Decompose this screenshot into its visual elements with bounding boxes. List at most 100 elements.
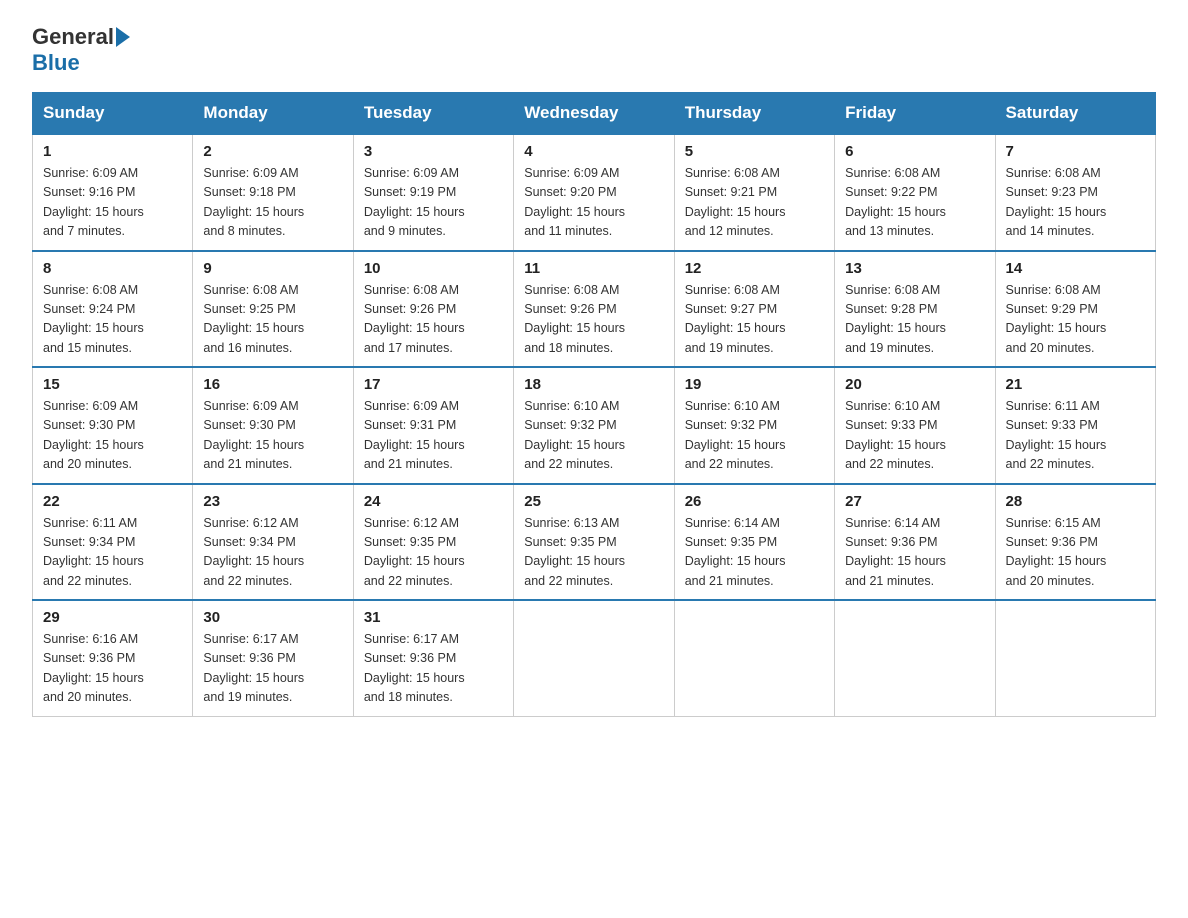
header-row: SundayMondayTuesdayWednesdayThursdayFrid… [33, 93, 1156, 135]
day-info: Sunrise: 6:08 AMSunset: 9:22 PMDaylight:… [845, 164, 984, 242]
day-cell: 1Sunrise: 6:09 AMSunset: 9:16 PMDaylight… [33, 134, 193, 251]
day-number: 18 [524, 376, 663, 393]
day-info: Sunrise: 6:11 AMSunset: 9:33 PMDaylight:… [1006, 397, 1145, 475]
day-number: 6 [845, 143, 984, 160]
day-number: 24 [364, 493, 503, 510]
day-cell: 10 Sunrise: 6:08 AMSunset: 9:26 PMDayligh… [353, 251, 513, 368]
day-info: Sunrise: 6:08 AMSunset: 9:28 PMDaylight:… [845, 281, 984, 359]
day-cell: 3 Sunrise: 6:09 AMSunset: 9:19 PMDaylight… [353, 134, 513, 251]
logo-general-text: General [32, 24, 114, 50]
day-info: Sunrise: 6:08 AMSunset: 9:21 PMDaylight:… [685, 164, 824, 242]
column-header-thursday: Thursday [674, 93, 834, 135]
day-info: Sunrise: 6:09 AMSunset: 9:19 PMDaylight:… [364, 164, 503, 242]
day-info: Sunrise: 6:12 AMSunset: 9:35 PMDaylight:… [364, 514, 503, 592]
day-info: Sunrise: 6:08 AMSunset: 9:26 PMDaylight:… [524, 281, 663, 359]
day-info: Sunrise: 6:14 AMSunset: 9:35 PMDaylight:… [685, 514, 824, 592]
day-info: Sunrise: 6:09 AMSunset: 9:30 PMDaylight:… [43, 397, 182, 475]
day-info: Sunrise: 6:08 AMSunset: 9:29 PMDaylight:… [1006, 281, 1145, 359]
day-info: Sunrise: 6:15 AMSunset: 9:36 PMDaylight:… [1006, 514, 1145, 592]
day-cell [995, 600, 1155, 716]
day-number: 9 [203, 260, 342, 277]
day-cell: 23 Sunrise: 6:12 AMSunset: 9:34 PMDayligh… [193, 484, 353, 601]
day-info: Sunrise: 6:12 AMSunset: 9:34 PMDaylight:… [203, 514, 342, 592]
day-info: Sunrise: 6:09 AMSunset: 9:20 PMDaylight:… [524, 164, 663, 242]
logo-arrow-icon [116, 27, 130, 47]
calendar-table: SundayMondayTuesdayWednesdayThursdayFrid… [32, 92, 1156, 717]
day-number: 13 [845, 260, 984, 277]
day-number: 10 [364, 260, 503, 277]
day-info: Sunrise: 6:14 AMSunset: 9:36 PMDaylight:… [845, 514, 984, 592]
day-cell: 18 Sunrise: 6:10 AMSunset: 9:32 PMDayligh… [514, 367, 674, 484]
day-number: 4 [524, 143, 663, 160]
day-cell: 26 Sunrise: 6:14 AMSunset: 9:35 PMDayligh… [674, 484, 834, 601]
day-info: Sunrise: 6:10 AMSunset: 9:33 PMDaylight:… [845, 397, 984, 475]
day-cell: 7 Sunrise: 6:08 AMSunset: 9:23 PMDaylight… [995, 134, 1155, 251]
week-row-1: 1Sunrise: 6:09 AMSunset: 9:16 PMDaylight… [33, 134, 1156, 251]
column-header-saturday: Saturday [995, 93, 1155, 135]
day-cell: 25Sunrise: 6:13 AMSunset: 9:35 PMDayligh… [514, 484, 674, 601]
day-number: 29 [43, 609, 182, 626]
day-cell [674, 600, 834, 716]
day-cell: 28 Sunrise: 6:15 AMSunset: 9:36 PMDayligh… [995, 484, 1155, 601]
day-cell: 31 Sunrise: 6:17 AMSunset: 9:36 PMDayligh… [353, 600, 513, 716]
day-info: Sunrise: 6:09 AMSunset: 9:31 PMDaylight:… [364, 397, 503, 475]
day-info: Sunrise: 6:10 AMSunset: 9:32 PMDaylight:… [685, 397, 824, 475]
day-number: 15 [43, 376, 182, 393]
day-cell: 21 Sunrise: 6:11 AMSunset: 9:33 PMDayligh… [995, 367, 1155, 484]
day-number: 21 [1006, 376, 1145, 393]
day-info: Sunrise: 6:08 AMSunset: 9:24 PMDaylight:… [43, 281, 182, 359]
day-cell: 6 Sunrise: 6:08 AMSunset: 9:22 PMDaylight… [835, 134, 995, 251]
day-cell: 16 Sunrise: 6:09 AMSunset: 9:30 PMDayligh… [193, 367, 353, 484]
day-info: Sunrise: 6:09 AMSunset: 9:18 PMDaylight:… [203, 164, 342, 242]
day-cell: 19 Sunrise: 6:10 AMSunset: 9:32 PMDayligh… [674, 367, 834, 484]
day-cell: 2 Sunrise: 6:09 AMSunset: 9:18 PMDaylight… [193, 134, 353, 251]
day-info: Sunrise: 6:17 AMSunset: 9:36 PMDaylight:… [203, 630, 342, 708]
day-info: Sunrise: 6:08 AMSunset: 9:27 PMDaylight:… [685, 281, 824, 359]
day-number: 8 [43, 260, 182, 277]
day-number: 5 [685, 143, 824, 160]
day-number: 26 [685, 493, 824, 510]
logo: General Blue [32, 24, 132, 76]
day-number: 30 [203, 609, 342, 626]
day-cell: 15 Sunrise: 6:09 AMSunset: 9:30 PMDayligh… [33, 367, 193, 484]
day-cell: 9 Sunrise: 6:08 AMSunset: 9:25 PMDaylight… [193, 251, 353, 368]
day-number: 1 [43, 143, 182, 160]
day-cell: 14 Sunrise: 6:08 AMSunset: 9:29 PMDayligh… [995, 251, 1155, 368]
day-number: 7 [1006, 143, 1145, 160]
day-number: 19 [685, 376, 824, 393]
day-number: 17 [364, 376, 503, 393]
day-number: 23 [203, 493, 342, 510]
column-header-sunday: Sunday [33, 93, 193, 135]
day-info: Sunrise: 6:16 AMSunset: 9:36 PMDaylight:… [43, 630, 182, 708]
day-number: 25 [524, 493, 663, 510]
day-cell: 4 Sunrise: 6:09 AMSunset: 9:20 PMDaylight… [514, 134, 674, 251]
day-number: 20 [845, 376, 984, 393]
day-number: 27 [845, 493, 984, 510]
day-number: 3 [364, 143, 503, 160]
day-number: 14 [1006, 260, 1145, 277]
week-row-4: 22Sunrise: 6:11 AMSunset: 9:34 PMDayligh… [33, 484, 1156, 601]
week-row-5: 29 Sunrise: 6:16 AMSunset: 9:36 PMDayligh… [33, 600, 1156, 716]
day-cell: 5 Sunrise: 6:08 AMSunset: 9:21 PMDaylight… [674, 134, 834, 251]
day-number: 31 [364, 609, 503, 626]
day-info: Sunrise: 6:08 AMSunset: 9:26 PMDaylight:… [364, 281, 503, 359]
day-cell: 17 Sunrise: 6:09 AMSunset: 9:31 PMDayligh… [353, 367, 513, 484]
day-info: Sunrise: 6:08 AMSunset: 9:25 PMDaylight:… [203, 281, 342, 359]
day-number: 11 [524, 260, 663, 277]
day-info: Sunrise: 6:08 AMSunset: 9:23 PMDaylight:… [1006, 164, 1145, 242]
column-header-tuesday: Tuesday [353, 93, 513, 135]
day-cell: 11 Sunrise: 6:08 AMSunset: 9:26 PMDayligh… [514, 251, 674, 368]
day-number: 16 [203, 376, 342, 393]
day-number: 22 [43, 493, 182, 510]
day-info: Sunrise: 6:17 AMSunset: 9:36 PMDaylight:… [364, 630, 503, 708]
day-cell: 22Sunrise: 6:11 AMSunset: 9:34 PMDayligh… [33, 484, 193, 601]
day-cell: 27 Sunrise: 6:14 AMSunset: 9:36 PMDayligh… [835, 484, 995, 601]
day-info: Sunrise: 6:10 AMSunset: 9:32 PMDaylight:… [524, 397, 663, 475]
day-cell: 13 Sunrise: 6:08 AMSunset: 9:28 PMDayligh… [835, 251, 995, 368]
day-info: Sunrise: 6:09 AMSunset: 9:30 PMDaylight:… [203, 397, 342, 475]
week-row-3: 15 Sunrise: 6:09 AMSunset: 9:30 PMDayligh… [33, 367, 1156, 484]
day-number: 2 [203, 143, 342, 160]
column-header-monday: Monday [193, 93, 353, 135]
day-cell: 20 Sunrise: 6:10 AMSunset: 9:33 PMDayligh… [835, 367, 995, 484]
day-number: 28 [1006, 493, 1145, 510]
